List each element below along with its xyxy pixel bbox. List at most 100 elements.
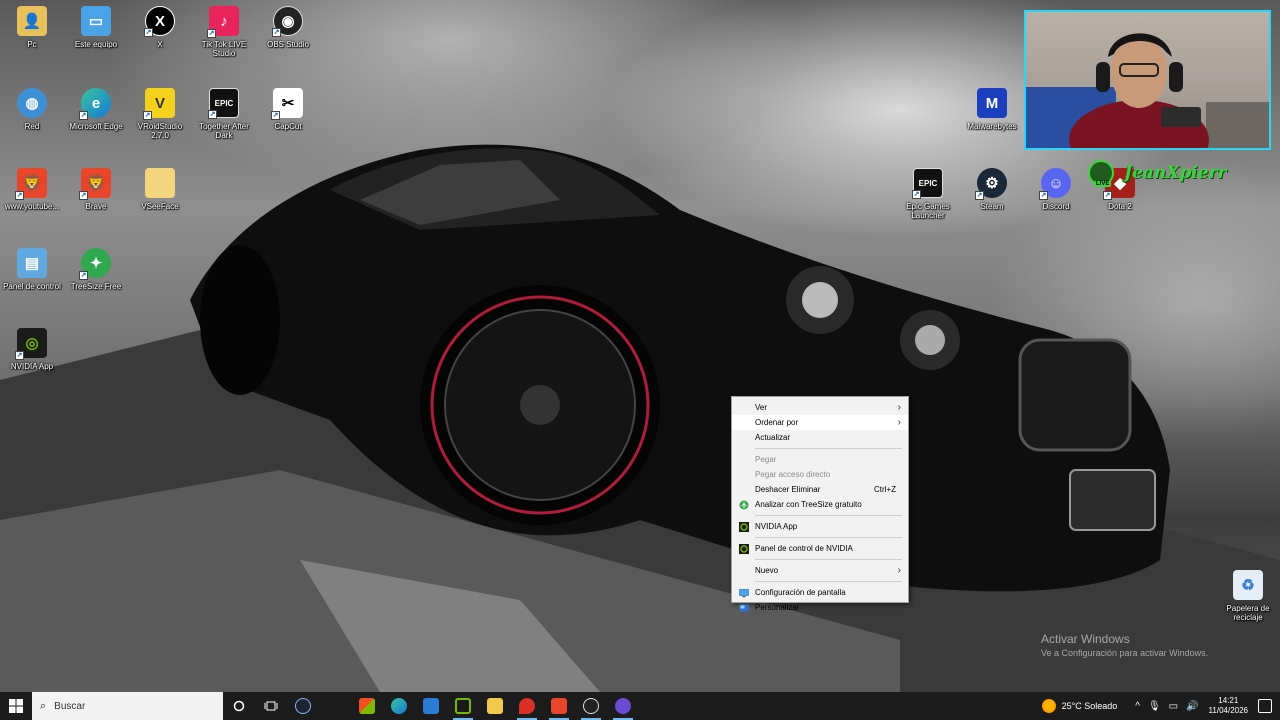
menu-item-label: Panel de control de NVIDIA — [755, 544, 853, 553]
desktop-icon-label: Epic Games Launcher — [906, 202, 950, 220]
desktop-icon-label: CapCut — [274, 122, 302, 131]
taskbar-app-pin[interactable] — [511, 692, 543, 720]
desktop-icon-este-equipo[interactable]: ▭ Este equipo — [64, 6, 128, 49]
start-button[interactable] — [0, 692, 32, 720]
volume-icon[interactable]: 🔊 — [1186, 701, 1198, 712]
microphone-icon[interactable]: 🎙 — [1148, 701, 1161, 712]
desktop-icon-vroid[interactable]: V ↗ VRoidStudio 2.7.0 — [128, 88, 192, 140]
desktop-icon-youtube-shortcut[interactable]: 🦁 ↗ www.youtube... — [0, 168, 64, 211]
streamer-name: JeanXpierr — [1124, 163, 1227, 183]
task-view-icon — [264, 701, 278, 711]
desktop-icon-label: Steam — [980, 202, 1004, 211]
desktop-icon-label: Este equipo — [74, 40, 118, 49]
desktop-icon-label: www.youtube... — [4, 202, 60, 211]
taskbar: ⌕ Buscar 25°C Soleado ^ 🎙 ▭ 🔊 14:21 11/0… — [0, 692, 1280, 720]
menu-item-configuracion-pantalla[interactable]: Configuración de pantalla — [732, 585, 908, 600]
taskbar-app-obs[interactable] — [575, 692, 607, 720]
menu-item-label: Deshacer Eliminar — [755, 485, 821, 494]
keyboard-shortcut: Ctrl+Z — [874, 485, 896, 494]
menu-separator — [755, 515, 902, 516]
capcut-icon: ✂ ↗ — [271, 88, 303, 120]
edge-icon — [391, 698, 407, 714]
menu-item-nuevo[interactable]: Nuevo › — [732, 563, 908, 578]
search-placeholder: Buscar — [54, 700, 86, 712]
obs-icon — [583, 698, 599, 714]
epic-games-icon: EPIC ↗ — [912, 168, 943, 199]
desktop-icon-recycle-bin[interactable]: ♻ Papelera de reciclaje — [1216, 570, 1280, 622]
taskbar-app-mail[interactable] — [415, 692, 447, 720]
control-panel-icon: ▤ — [17, 248, 47, 278]
desktop-icon-pc[interactable]: 👤 Pc — [0, 6, 64, 49]
display-settings-icon — [739, 589, 749, 598]
taskbar-search-box[interactable]: ⌕ Buscar — [32, 692, 223, 720]
menu-item-nvidia-app[interactable]: NVIDIA App — [732, 519, 908, 534]
menu-item-personalizar[interactable]: Personalizar — [732, 600, 908, 615]
desktop-icon-label: TreeSize Free — [70, 282, 122, 291]
network-icon: ◍ — [17, 88, 47, 118]
map-pin-icon — [519, 698, 535, 714]
desktop-icon-capcut[interactable]: ✂ ↗ CapCut — [256, 88, 320, 131]
desktop-icon-together-after-dark[interactable]: EPIC ↗ Together After Dark — [192, 88, 256, 140]
menu-item-pegar[interactable]: Pegar — [732, 452, 908, 467]
desktop-icon-edge[interactable]: e ↗ Microsoft Edge — [64, 88, 128, 131]
menu-item-deshacer-eliminar[interactable]: Deshacer Eliminar Ctrl+Z — [732, 482, 908, 497]
desktop-icon-label: Together After Dark — [199, 122, 249, 140]
sun-icon — [1041, 699, 1056, 713]
windows-logo-icon — [9, 699, 23, 713]
taskbar-app-brave[interactable] — [543, 692, 575, 720]
clock[interactable]: 14:21 11/04/2026 — [1209, 696, 1248, 716]
menu-item-ver[interactable]: Ver › — [732, 400, 908, 415]
webcam-feed — [1026, 33, 1269, 148]
menu-separator — [755, 537, 902, 538]
task-view-button[interactable] — [255, 692, 287, 720]
desktop-icon-treesize[interactable]: ✦ ↗ TreeSize Free — [64, 248, 128, 291]
desktop-icon-steam[interactable]: ⚙ ↗ Steam — [960, 168, 1024, 211]
webcam-overlay — [1024, 10, 1271, 150]
desktop-icon-discord[interactable]: ☺ ↗ Discord — [1024, 168, 1088, 211]
taskbar-app-store[interactable] — [351, 692, 383, 720]
desktop-icon-obs[interactable]: ◉ ↗ OBS Studio — [256, 6, 320, 49]
taskbar-app-edge[interactable] — [383, 692, 415, 720]
desktop-icon-panel-de-control[interactable]: ▤ Panel de control — [0, 248, 64, 291]
epic-games-icon: EPIC ↗ — [208, 88, 239, 119]
tray-overflow-button[interactable]: ^ — [1135, 701, 1140, 712]
activation-watermark-title: Activar Windows — [1041, 632, 1130, 646]
network-icon[interactable]: ▭ — [1169, 701, 1178, 712]
desktop-icon-label: VSeeFace — [141, 202, 179, 211]
cortana-circle-icon — [233, 700, 245, 712]
submenu-arrow-icon: › — [897, 417, 901, 428]
obs-icon: ◉ ↗ — [272, 6, 303, 37]
desktop-icon-red[interactable]: ◍ Red — [0, 88, 64, 131]
menu-item-treesize[interactable]: Analizar con TreeSize gratuito — [732, 497, 908, 512]
desktop-icon-nvidia-app[interactable]: ◎ ↗ NVIDIA App — [0, 328, 64, 371]
notifications-icon[interactable] — [1258, 699, 1272, 713]
menu-separator — [755, 581, 902, 582]
desktop-icon-label: NVIDIA App — [10, 362, 54, 371]
desktop-icon-x[interactable]: X ↗ X — [128, 6, 192, 49]
cortana-button[interactable] — [223, 692, 255, 720]
weather-widget[interactable]: 25°C Soleado — [1041, 699, 1117, 713]
desktop-icon-brave[interactable]: 🦁 ↗ Brave — [64, 168, 128, 211]
taskbar-app-file-explorer[interactable] — [479, 692, 511, 720]
steam-icon: ⚙ ↗ — [975, 168, 1007, 200]
streaming-app-icon — [615, 698, 631, 714]
desktop-icon-tiktok-live[interactable]: ♪ ↗ Tik Tok LIVE Studio — [192, 6, 256, 58]
desktop-icon-label: Red — [24, 122, 40, 131]
menu-item-ordenar-por[interactable]: Ordenar por › — [732, 415, 908, 430]
menu-item-nvidia-panel[interactable]: Panel de control de NVIDIA — [732, 541, 908, 556]
folder-icon — [145, 168, 175, 198]
menu-item-pegar-acceso-directo[interactable]: Pegar acceso directo — [732, 467, 908, 482]
clock-date: 11/04/2026 — [1208, 706, 1248, 715]
menu-item-label: Ver — [755, 403, 768, 412]
desktop-icon-label: X — [157, 40, 163, 49]
desktop-icon-epic-games-launcher[interactable]: EPIC ↗ Epic Games Launcher — [896, 168, 960, 220]
menu-item-actualizar[interactable]: Actualizar — [732, 430, 908, 445]
personalize-icon — [739, 604, 749, 612]
taskbar-app-nvidia[interactable] — [447, 692, 479, 720]
desktop-icon-vseeface[interactable]: VSeeFace — [128, 168, 192, 211]
menu-item-label: Analizar con TreeSize gratuito — [755, 500, 862, 509]
taskbar-app-speedtest[interactable] — [287, 692, 319, 720]
brave-shortcut-icon: 🦁 ↗ — [15, 168, 47, 200]
desktop-icon-malwarebytes[interactable]: M Malwarebytes — [960, 88, 1024, 131]
taskbar-app-live[interactable] — [607, 692, 639, 720]
